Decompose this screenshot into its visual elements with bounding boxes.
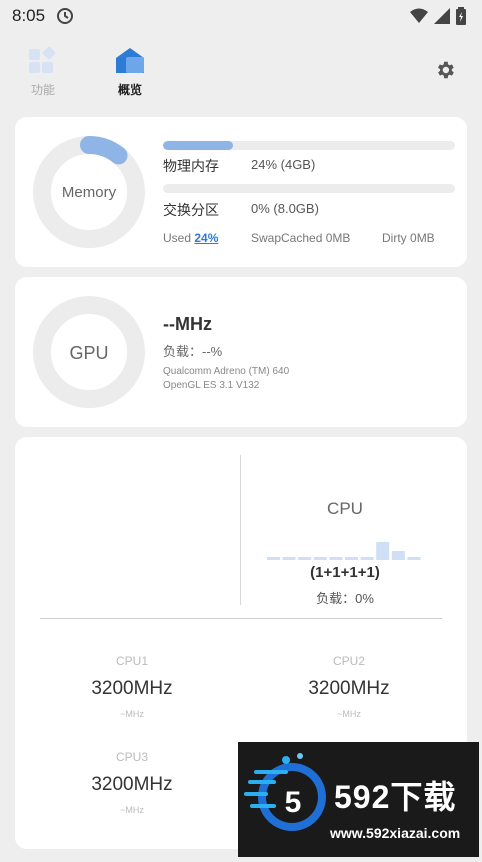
tab-functions[interactable]: 功能 (13, 46, 73, 98)
cpu-divider-horizontal (40, 618, 442, 619)
settings-gear-icon[interactable] (434, 59, 456, 86)
cpu-core-bar (407, 557, 421, 560)
gpu-frequency: --MHz (163, 314, 212, 334)
swap-value: 0% (8.0GB) (251, 201, 319, 216)
tab-overview-label: 概览 (117, 83, 142, 97)
used-stat: Used 24% (163, 231, 218, 245)
tab-functions-label: 功能 (30, 83, 55, 97)
cpu-title: CPU (327, 499, 363, 518)
physical-memory-bar (163, 141, 455, 150)
cpu-divider-vertical (240, 455, 241, 605)
cpu-core-bar (391, 551, 405, 560)
wifi-icon (410, 8, 428, 29)
cpu-core-3: CPU3 3200MHz ~MHz (32, 750, 232, 815)
watermark-brand: 592下载 (334, 779, 457, 815)
swapcached-label: SwapCached (251, 231, 323, 245)
status-time: 8:05 (12, 6, 46, 25)
home-icon (113, 48, 147, 77)
cpu-core-name: CPU1 (115, 654, 148, 668)
swap-label: 交换分区 (163, 202, 219, 218)
cpu-core-bar (313, 557, 327, 560)
cpu-core-bar (298, 557, 312, 560)
cpu-core-1: CPU1 3200MHz ~MHz (32, 654, 232, 719)
watermark-logo-digit: 5 (284, 786, 302, 819)
cpu-core-name: CPU2 (332, 654, 365, 668)
cpu-core-bars (267, 542, 421, 560)
used-value-link[interactable]: 24% (194, 231, 218, 245)
alarm-clock-icon (56, 7, 74, 30)
swapcached-stat: SwapCached 0MB (251, 231, 350, 245)
dirty-stat: Dirty 0MB (382, 231, 435, 245)
widgets-icon (28, 46, 58, 77)
cpu-core-bar (345, 557, 358, 560)
signal-icon (434, 8, 450, 29)
cpu-core-bar (329, 557, 343, 560)
gpu-model: Qualcomm Adreno (TM) 640 (163, 366, 290, 377)
system-icons (410, 7, 466, 30)
cpu-core-bar (360, 557, 374, 560)
cpu-core-bar (267, 557, 280, 560)
gpu-card[interactable]: GPU --MHz 负载：--% Qualcomm Adreno (TM) 64… (15, 277, 467, 427)
cpu-core-2: CPU2 3200MHz ~MHz (249, 654, 449, 719)
battery-icon (456, 7, 466, 30)
cpu-core-bar (282, 557, 296, 560)
status-bar: 8:05 (0, 0, 482, 34)
gpu-load: 负载：--% (163, 344, 223, 359)
used-label: Used (163, 231, 192, 245)
cpu-core-bar (376, 542, 390, 560)
swap-bar (163, 184, 455, 193)
gpu-api: OpenGL ES 3.1 V132 (163, 380, 260, 391)
cpu-core-unit: ~MHz (337, 709, 361, 719)
physical-memory-bar-fill (163, 141, 234, 150)
cpu-load: 负载：0% (316, 591, 374, 606)
watermark-banner: 5 592下载 www.592xiazai.com (238, 742, 479, 857)
cpu-core-freq: 3200MHz (91, 774, 173, 795)
tab-overview[interactable]: 概览 (100, 46, 160, 98)
cpu-core-freq: 3200MHz (308, 678, 390, 699)
gpu-ring-label: GPU (69, 343, 109, 363)
memory-card[interactable]: Memory 物理内存 24% (4GB) 交换分区 0% (8.0GB) Us… (15, 117, 467, 267)
watermark-url: www.592xiazai.com (330, 825, 461, 841)
cpu-core-name: CPU3 (115, 750, 148, 764)
dirty-label: Dirty (382, 231, 407, 245)
physical-memory-label: 物理内存 (163, 158, 219, 174)
swapcached-value: 0MB (325, 231, 351, 245)
physical-memory-value: 24% (4GB) (251, 157, 316, 172)
dirty-value: 0MB (410, 231, 435, 245)
cpu-core-unit: ~MHz (120, 805, 144, 815)
cpu-core-unit: ~MHz (120, 709, 144, 719)
cpu-core-freq: 3200MHz (91, 678, 173, 699)
cpu-cores-summary: (1+1+1+1) (310, 564, 380, 581)
memory-ring-label: Memory (61, 184, 117, 201)
top-navigation: 功能 概览 (0, 40, 482, 104)
